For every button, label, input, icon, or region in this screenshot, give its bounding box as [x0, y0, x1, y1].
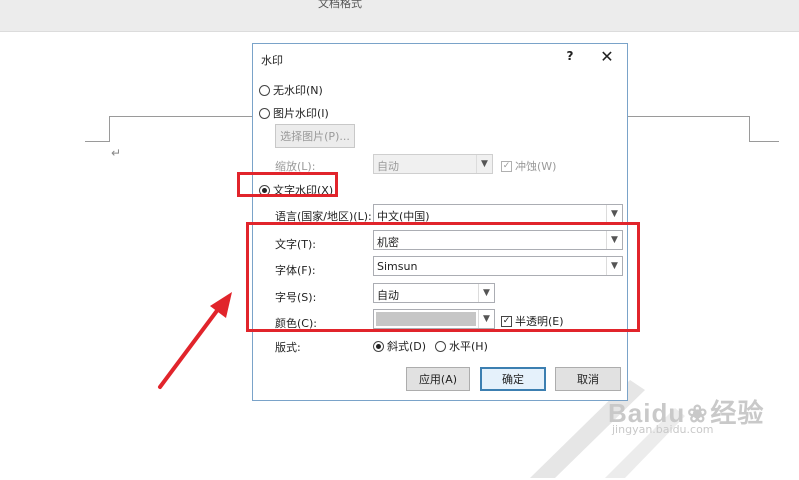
washout-checkbox[interactable]: ✓ 冲蚀(W) [501, 158, 556, 174]
radio-no-watermark[interactable]: 无水印(N) [259, 82, 323, 98]
chevron-down-icon: ▼ [478, 284, 494, 302]
radio-diagonal[interactable]: 斜式(D) [373, 338, 426, 354]
radio-label: 文字水印(X) [273, 184, 334, 197]
chevron-down-icon: ▼ [476, 155, 492, 173]
semitransparent-checkbox[interactable]: ✓ 半透明(E) [501, 313, 564, 329]
size-combo[interactable]: 自动 ▼ [373, 283, 495, 303]
chevron-down-icon: ▼ [478, 310, 494, 328]
chevron-down-icon: ▼ [606, 231, 622, 249]
help-icon[interactable]: ? [563, 49, 577, 65]
checkmark-icon: ✓ [501, 315, 512, 327]
select-picture-button[interactable]: 选择图片(P)... [275, 124, 355, 148]
page-corner-mark [85, 141, 110, 142]
radio-label: 图片水印(I) [273, 107, 329, 120]
language-label: 语言(国家/地区)(L): [275, 210, 372, 223]
page-corner-mark [109, 116, 252, 117]
layout-label: 版式: [275, 341, 301, 354]
radio-picture-watermark[interactable]: 图片水印(I) [259, 105, 329, 121]
language-combo[interactable]: 中文(中国) ▼ [373, 204, 623, 224]
chevron-down-icon: ▼ [606, 205, 622, 223]
radio-indicator [373, 340, 384, 352]
cancel-button[interactable]: 取消 [555, 367, 621, 391]
text-combo[interactable]: 机密 ▼ [373, 230, 623, 250]
chevron-down-icon: ▼ [606, 257, 622, 275]
page-corner-mark [749, 116, 750, 142]
ok-button[interactable]: 确定 [480, 367, 546, 391]
font-combo[interactable]: Simsun ▼ [373, 256, 623, 276]
color-combo[interactable]: ▼ [373, 309, 495, 329]
radio-label: 无水印(N) [273, 84, 323, 97]
checkmark-icon: ✓ [501, 160, 512, 172]
radio-horizontal[interactable]: 水平(H) [435, 338, 488, 354]
color-swatch [376, 312, 476, 326]
color-label: 颜色(C): [275, 317, 317, 330]
text-label: 文字(T): [275, 238, 317, 251]
close-icon[interactable]: ✕ [599, 47, 615, 66]
page-corner-mark [749, 141, 779, 142]
watermark-url: jingyan.baidu.com [612, 423, 714, 436]
dialog-title: 水印 [261, 54, 283, 67]
watermark-dialog: 水印 ? ✕ 无水印(N) 图片水印(I) 选择图片(P)... 缩放(L): … [252, 43, 628, 401]
radio-text-watermark[interactable]: 文字水印(X) [259, 182, 333, 198]
scale-label: 缩放(L): [275, 160, 316, 173]
size-label: 字号(S): [275, 291, 317, 304]
title-bar: 文档格式 [0, 0, 799, 32]
paragraph-mark-icon: ↵ [111, 146, 122, 160]
radio-indicator [259, 107, 270, 119]
radio-indicator [259, 84, 270, 96]
page-corner-mark [109, 116, 110, 142]
radio-indicator [259, 184, 270, 196]
font-label: 字体(F): [275, 264, 316, 277]
window-title: 文档格式 [318, 0, 362, 10]
radio-indicator [435, 340, 446, 352]
page-corner-mark [628, 116, 750, 117]
scale-combo[interactable]: 自动 ▼ [373, 154, 493, 174]
apply-button[interactable]: 应用(A) [406, 367, 470, 391]
